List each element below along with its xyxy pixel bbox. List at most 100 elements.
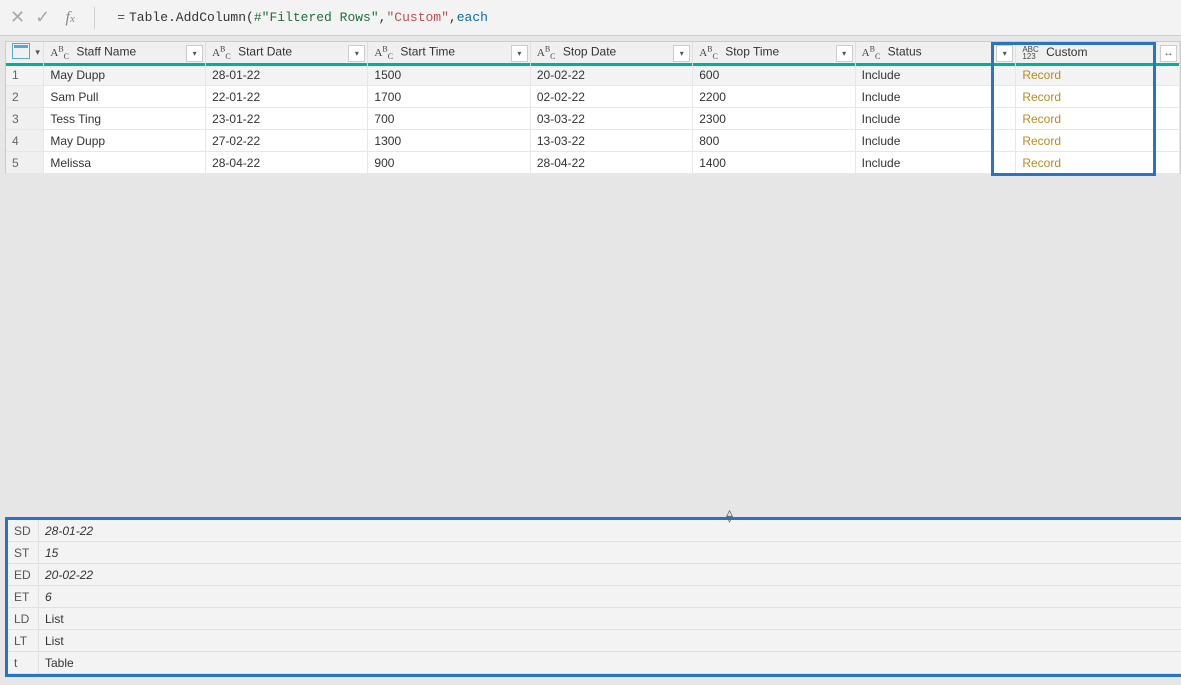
- record-key: t: [8, 652, 39, 674]
- table-row[interactable]: 1 May Dupp 28-01-22 1500 20-02-22 600 In…: [6, 64, 1180, 86]
- row-number: 2: [6, 86, 44, 108]
- record-row[interactable]: ET 6: [8, 586, 1181, 608]
- cell-stop-time: 1400: [693, 152, 855, 174]
- record-link: Record: [1022, 90, 1061, 104]
- cell-stop-date: 28-04-22: [530, 152, 692, 174]
- record-value: 6: [39, 586, 1181, 608]
- row-number: 5: [6, 152, 44, 174]
- column-header-staff[interactable]: ABC Staff Name ▾: [44, 42, 206, 64]
- column-header-start-time[interactable]: ABC Start Time ▾: [368, 42, 530, 64]
- cell-staff: May Dupp: [44, 130, 206, 152]
- record-row[interactable]: ED 20-02-22: [8, 564, 1181, 586]
- divider: [94, 7, 95, 29]
- column-label: Stop Date: [563, 45, 616, 59]
- cell-start-time: 1500: [368, 64, 530, 86]
- formula-sep: ,: [379, 10, 387, 25]
- column-label: Staff Name: [76, 45, 136, 59]
- expand-icon[interactable]: ↔: [1160, 45, 1177, 62]
- record-value: 20-02-22: [39, 564, 1181, 586]
- column-label: Start Time: [400, 45, 455, 59]
- fx-icon[interactable]: fx: [60, 9, 80, 27]
- cell-start-date: 22-01-22: [206, 86, 368, 108]
- record-value[interactable]: List: [39, 630, 1181, 652]
- cell-start-time: 1700: [368, 86, 530, 108]
- highlight-border: [991, 173, 1156, 176]
- cell-staff: May Dupp: [44, 64, 206, 86]
- record-key: ED: [8, 564, 39, 586]
- data-grid: ▾ ABC Staff Name ▾ ABC Start Date ▾: [5, 41, 1181, 174]
- cell-staff: Tess Ting: [44, 108, 206, 130]
- cell-start-date: 28-04-22: [206, 152, 368, 174]
- type-text-icon: ABC: [212, 47, 231, 59]
- cell-stop-date: 20-02-22: [530, 64, 692, 86]
- type-text-icon: ABC: [862, 47, 881, 59]
- cell-stop-time: 2300: [693, 108, 855, 130]
- row-number: 3: [6, 108, 44, 130]
- record-table: SD 28-01-22 ST 15 ED 20-02-22 ET 6 LD Li…: [8, 520, 1181, 674]
- formula-bar: ✕ ✓ fx = Table.AddColumn ( #"Filtered Ro…: [0, 0, 1181, 36]
- cell-stop-time: 600: [693, 64, 855, 86]
- formula-input[interactable]: = Table.AddColumn ( #"Filtered Rows" , "…: [117, 10, 488, 25]
- record-key: ET: [8, 586, 39, 608]
- record-key: LD: [8, 608, 39, 630]
- type-text-icon: ABC: [699, 47, 718, 59]
- table-row[interactable]: 4 May Dupp 27-02-22 1300 13-03-22 800 In…: [6, 130, 1180, 152]
- type-text-icon: ABC: [50, 47, 69, 59]
- highlight-border: [991, 42, 1156, 45]
- row-number: 4: [6, 130, 44, 152]
- table-icon: [12, 43, 30, 59]
- cell-staff: Sam Pull: [44, 86, 206, 108]
- record-row[interactable]: LT List: [8, 630, 1181, 652]
- table-row[interactable]: 3 Tess Ting 23-01-22 700 03-03-22 2300 I…: [6, 108, 1180, 130]
- splitter-icon[interactable]: ▵▿: [726, 509, 736, 521]
- record-key: LT: [8, 630, 39, 652]
- column-header-stop-time[interactable]: ABC Stop Time ▾: [693, 42, 855, 64]
- record-link: Record: [1022, 134, 1061, 148]
- table-row[interactable]: 5 Melissa 28-04-22 900 28-04-22 1400 Inc…: [6, 152, 1180, 174]
- formula-keyword: each: [457, 10, 488, 25]
- record-value: 28-01-22: [39, 520, 1181, 542]
- record-row[interactable]: ST 15: [8, 542, 1181, 564]
- data-grid-area: ▾ ABC Staff Name ▾ ABC Start Date ▾: [0, 36, 1181, 510]
- cell-stop-date: 13-03-22: [530, 130, 692, 152]
- record-key: ST: [8, 542, 39, 564]
- filter-icon[interactable]: ▾: [511, 45, 528, 62]
- record-row[interactable]: t Table: [8, 652, 1181, 674]
- accept-icon[interactable]: ✓: [35, 7, 50, 28]
- results-table: ▾ ABC Staff Name ▾ ABC Start Date ▾: [6, 42, 1180, 174]
- record-value[interactable]: Table: [39, 652, 1181, 674]
- column-label: Start Date: [238, 45, 292, 59]
- record-value[interactable]: List: [39, 608, 1181, 630]
- filter-icon[interactable]: ▾: [348, 45, 365, 62]
- record-row[interactable]: SD 28-01-22: [8, 520, 1181, 542]
- record-preview-pane: ▵▿ SD 28-01-22 ST 15 ED 20-02-22 ET 6 LD…: [0, 517, 1181, 677]
- type-text-icon: ABC: [537, 47, 556, 59]
- cell-start-time: 900: [368, 152, 530, 174]
- cell-start-time: 1300: [368, 130, 530, 152]
- cancel-icon[interactable]: ✕: [10, 7, 25, 28]
- cell-stop-date: 02-02-22: [530, 86, 692, 108]
- column-header-stop-date[interactable]: ABC Stop Date ▾: [530, 42, 692, 64]
- column-header-start-date[interactable]: ABC Start Date ▾: [206, 42, 368, 64]
- formula-fn: Table.AddColumn: [129, 10, 246, 25]
- filter-icon[interactable]: ▾: [996, 45, 1013, 62]
- formula-ref: #"Filtered Rows": [254, 10, 379, 25]
- cell-start-date: 28-01-22: [206, 64, 368, 86]
- cell-stop-time: 800: [693, 130, 855, 152]
- filter-icon[interactable]: ▾: [836, 45, 853, 62]
- filter-icon[interactable]: ▾: [673, 45, 690, 62]
- column-label: Status: [888, 45, 922, 59]
- cell-start-time: 700: [368, 108, 530, 130]
- row-number: 1: [6, 64, 44, 86]
- filter-icon[interactable]: ▾: [186, 45, 203, 62]
- formula-open: (: [246, 10, 254, 25]
- record-key: SD: [8, 520, 39, 542]
- formula-equals: =: [117, 10, 125, 25]
- highlight-border: [1153, 42, 1156, 176]
- table-row[interactable]: 2 Sam Pull 22-01-22 1700 02-02-22 2200 I…: [6, 86, 1180, 108]
- formula-string: "Custom": [386, 10, 448, 25]
- cell-staff: Melissa: [44, 152, 206, 174]
- table-corner[interactable]: ▾: [6, 42, 44, 64]
- record-row[interactable]: LD List: [8, 608, 1181, 630]
- record-value: 15: [39, 542, 1181, 564]
